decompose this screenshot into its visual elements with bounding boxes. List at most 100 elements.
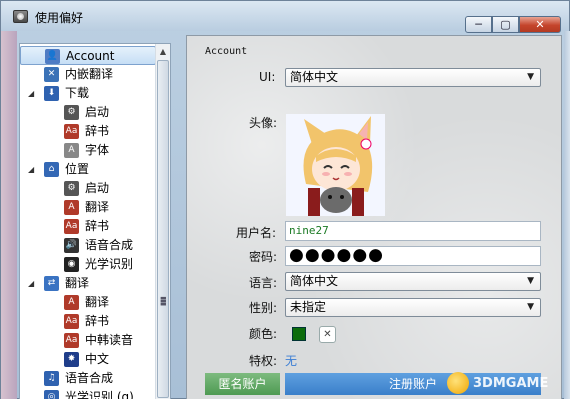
sidebar-item[interactable]: ◢ ⇄ 翻译 xyxy=(20,274,156,293)
sidebar-item-label: 辞书 xyxy=(85,314,110,328)
sidebar-item[interactable]: Aa 辞书 xyxy=(20,122,156,141)
sidebar-item-label: 光学识别 (g) xyxy=(65,390,134,399)
expand-arrow-icon[interactable]: ◢ xyxy=(28,84,34,103)
sidebar-item-label: 辞书 xyxy=(85,219,110,233)
location-icon: ⌂ xyxy=(44,162,59,177)
app-icon xyxy=(13,10,28,23)
sidebar-item[interactable]: ◎ 光学识别 (g) xyxy=(20,388,156,399)
sidebar-item-label: 语音合成 xyxy=(65,371,114,385)
close-button[interactable]: ✕ xyxy=(519,16,561,33)
account-panel xyxy=(186,35,562,399)
window-title: 使用偏好 xyxy=(35,11,84,25)
sidebar-item[interactable]: 🔊 语音合成 xyxy=(20,236,156,255)
sidebar-item-label: 翻译 xyxy=(85,295,110,309)
translate-icon: A xyxy=(64,200,79,215)
avatar-label: 头像: xyxy=(249,116,278,130)
sidebar-item[interactable]: A 字体 xyxy=(20,141,156,160)
ui-language-select[interactable]: 简体中文 ▼ xyxy=(285,68,541,87)
sidebar-item[interactable]: A 翻译 xyxy=(20,293,156,312)
download-icon: ⬇ xyxy=(44,86,59,101)
sidebar-item-label: 启动 xyxy=(85,105,110,119)
sidebar-item[interactable]: ⚙ 启动 xyxy=(20,179,156,198)
language-select[interactable]: 简体中文 ▼ xyxy=(285,272,541,291)
chevron-down-icon: ▼ xyxy=(527,72,534,82)
dictionary-icon: Aa xyxy=(64,314,79,329)
minimize-button[interactable]: ─ xyxy=(465,16,492,33)
sidebar-item-label: Account xyxy=(66,49,115,63)
sidebar-item-label: 光学识别 xyxy=(85,257,134,271)
sidebar-item-label: 内嵌翻译 xyxy=(65,67,114,81)
avatar-image[interactable] xyxy=(286,114,385,216)
password-field[interactable]: ●●●●●● xyxy=(285,246,541,266)
gender-label: 性别: xyxy=(249,301,278,315)
ui-language-value: 简体中文 xyxy=(290,70,339,84)
ui-language-label: UI: xyxy=(259,70,276,84)
sidebar-item[interactable]: ✸ 中文 xyxy=(20,350,156,369)
embedded-translate-icon: ✕ xyxy=(44,67,59,82)
dictionary-icon: Aa xyxy=(64,219,79,234)
sidebar-item[interactable]: 👤 Account xyxy=(20,46,156,65)
sidebar-item[interactable]: Aa 辞书 xyxy=(20,217,156,236)
sidebar-item-label: 翻译 xyxy=(65,276,90,290)
sidebar-item[interactable]: ♫ 语音合成 xyxy=(20,369,156,388)
watermark-text: 3DMGAME xyxy=(473,376,549,391)
sidebar-item-label: 字体 xyxy=(85,143,110,157)
gear-icon: ⚙ xyxy=(64,105,79,120)
tree-scrollbar[interactable]: ▲ ▬ ▬ ▬ xyxy=(155,44,170,399)
korean-reading-icon: Aa xyxy=(64,333,79,348)
sidebar-item-label: 位置 xyxy=(65,162,90,176)
gender-select[interactable]: 未指定 ▼ xyxy=(285,298,541,317)
dictionary-icon: Aa xyxy=(64,124,79,139)
sidebar-item-label: 中韩读音 xyxy=(85,333,134,347)
desktop-background-right xyxy=(564,31,570,399)
scroll-up-arrow-icon[interactable]: ▲ xyxy=(156,44,170,59)
privilege-label: 特权: xyxy=(249,354,278,368)
sidebar-item[interactable]: A 翻译 xyxy=(20,198,156,217)
chevron-down-icon: ▼ xyxy=(527,302,534,312)
sidebar-item[interactable]: Aa 中韩读音 xyxy=(20,331,156,350)
translate-icon: A xyxy=(64,295,79,310)
sidebar-item[interactable]: ⚙ 启动 xyxy=(20,103,156,122)
maximize-button[interactable]: ▢ xyxy=(492,16,519,33)
account-group-label: Account xyxy=(205,46,248,57)
chinese-icon: ✸ xyxy=(64,352,79,367)
expand-arrow-icon[interactable]: ◢ xyxy=(28,160,34,179)
ocr-group-icon: ◎ xyxy=(44,390,59,399)
sidebar-item[interactable]: ◢ ⌂ 位置 xyxy=(20,160,156,179)
title-bar[interactable]: 使用偏好 ─ ▢ ✕ xyxy=(1,1,569,33)
sidebar-item-label: 下载 xyxy=(65,86,90,100)
sidebar-item[interactable]: Aa 辞书 xyxy=(20,312,156,331)
language-value: 简体中文 xyxy=(290,274,339,288)
translate-group-icon: ⇄ xyxy=(44,276,59,291)
preferences-tree[interactable]: 👤 Account ✕ 内嵌翻译 ◢ ⬇ 下载 ⚙ 启动 Aa 辞书 A 字体 ◢ ⌂ 位置 ⚙ 启动 A 翻译 Aa 辞… xyxy=(19,43,171,399)
speech-synthesis-icon: ♫ xyxy=(44,371,59,386)
speaker-icon: 🔊 xyxy=(64,238,79,253)
sidebar-item-label: 中文 xyxy=(85,352,110,366)
color-label: 颜色: xyxy=(249,327,278,341)
chick-logo-icon xyxy=(447,372,469,394)
sidebar-item-label: 启动 xyxy=(85,181,110,195)
sidebar-item[interactable]: ◢ ⬇ 下载 xyxy=(20,84,156,103)
username-label: 用户名: xyxy=(236,226,277,240)
username-field[interactable]: nine27 xyxy=(285,221,541,241)
desktop-background-left xyxy=(1,31,17,399)
ocr-icon: ◉ xyxy=(64,257,79,272)
chevron-down-icon: ▼ xyxy=(527,276,534,286)
scroll-thumb[interactable]: ▬ ▬ ▬ xyxy=(157,60,169,398)
sidebar-item[interactable]: ✕ 内嵌翻译 xyxy=(20,65,156,84)
sidebar-item[interactable]: ◉ 光学识别 xyxy=(20,255,156,274)
sidebar-item-label: 辞书 xyxy=(85,124,110,138)
sidebar-item-label: 翻译 xyxy=(85,200,110,214)
expand-arrow-icon[interactable]: ◢ xyxy=(28,274,34,293)
gear-icon: ⚙ xyxy=(64,181,79,196)
color-swatch[interactable] xyxy=(292,327,306,341)
font-icon: A xyxy=(64,143,79,158)
clear-color-button[interactable]: ✕ xyxy=(319,326,336,343)
language-label: 语言: xyxy=(249,276,278,290)
anime-girl-avatar-icon xyxy=(286,114,385,216)
password-label: 密码: xyxy=(249,250,278,264)
preferences-window: 使用偏好 ─ ▢ ✕ 👤 Account ✕ 内嵌翻译 ◢ ⬇ 下载 ⚙ 启动 Aa 辞书 A 字体 ◢ ⌂… xyxy=(0,0,570,399)
anonymous-account-button[interactable]: 匿名账户 xyxy=(205,373,280,395)
gender-value: 未指定 xyxy=(290,300,327,314)
account-icon: 👤 xyxy=(45,49,60,64)
